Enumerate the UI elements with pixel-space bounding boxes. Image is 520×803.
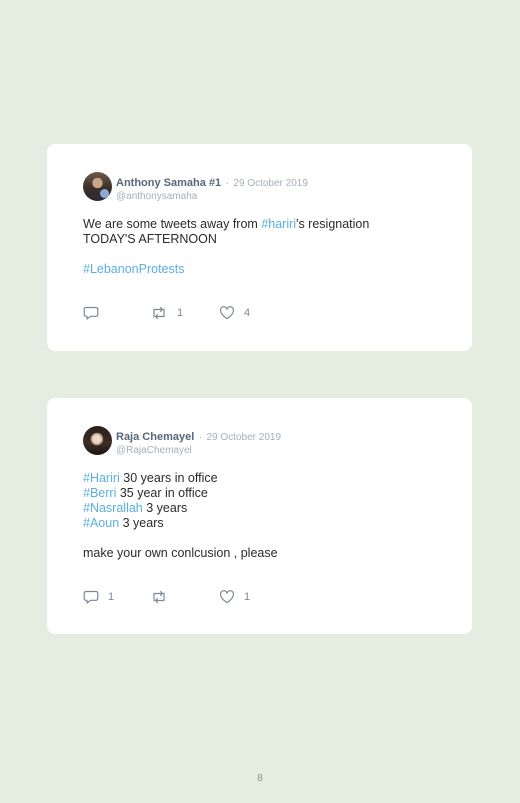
like-count: 4 xyxy=(244,307,251,319)
retweet-button[interactable]: 1 xyxy=(150,306,183,320)
author-name[interactable]: Raja Chemayel xyxy=(116,431,194,443)
reply-icon xyxy=(83,306,99,320)
author-name[interactable]: Anthony Samaha #1 xyxy=(116,177,221,189)
reply-count: 1 xyxy=(108,591,115,603)
tweet-text-segment: make your own conlcusion , please xyxy=(83,546,278,560)
retweet-icon xyxy=(153,590,165,604)
tweet-text: #Hariri 30 years in office #Berri 35 year… xyxy=(83,471,436,561)
heart-icon xyxy=(219,590,235,604)
tweet-line: TODAY'S AFTERNOON xyxy=(83,232,436,247)
avatar[interactable] xyxy=(83,426,112,455)
tweet-card: Raja Chemayel · 29 October 2019 @RajaChe… xyxy=(47,398,472,634)
tweet-line: #Nasrallah 3 years xyxy=(83,501,436,516)
heart-icon xyxy=(219,306,235,320)
author-info: Anthony Samaha #1 · 29 October 2019 @ant… xyxy=(116,172,308,203)
tweet-card: Anthony Samaha #1 · 29 October 2019 @ant… xyxy=(47,144,472,351)
like-count: 1 xyxy=(244,591,251,603)
tweet-line: #Aoun 3 years xyxy=(83,516,436,531)
tweet-line: #Hariri 30 years in office xyxy=(83,471,436,486)
like-button[interactable]: 4 xyxy=(219,306,250,320)
tweet-line xyxy=(83,247,436,262)
hashtag-link[interactable]: #LebanonProtests xyxy=(83,262,184,276)
reply-icon xyxy=(83,590,99,604)
avatar[interactable] xyxy=(83,172,112,201)
tweet-text-segment: 30 years in office xyxy=(119,471,218,485)
tweet-line: make your own conlcusion , please xyxy=(83,546,436,561)
tweet-text-segment: TODAY'S AFTERNOON xyxy=(83,232,217,246)
tweet-text-segment: 3 years xyxy=(142,501,188,515)
tweet-text-segment: We are some tweets away from xyxy=(83,217,262,231)
hashtag-link[interactable]: #Hariri xyxy=(83,471,120,485)
author-info: Raja Chemayel · 29 October 2019 @RajaChe… xyxy=(116,426,281,457)
tweet-header: Anthony Samaha #1 · 29 October 2019 @ant… xyxy=(83,172,436,202)
tweet-text: We are some tweets away from #hariri's r… xyxy=(83,217,436,277)
tweet-header: Raja Chemayel · 29 October 2019 @RajaChe… xyxy=(83,426,436,456)
tweet-date[interactable]: 29 October 2019 xyxy=(233,178,308,189)
reply-button[interactable] xyxy=(83,306,108,320)
tweet-text-segment: 's resignation xyxy=(296,217,370,231)
hashtag-link[interactable]: #hariri xyxy=(261,217,296,231)
author-handle[interactable]: @anthonysamaha xyxy=(116,190,308,203)
tweet-line: #LebanonProtests xyxy=(83,262,436,277)
separator-dot: · xyxy=(225,178,229,189)
tweet-text-segment: 35 year in office xyxy=(116,486,208,500)
reply-button[interactable]: 1 xyxy=(83,590,114,604)
separator-dot: · xyxy=(198,432,203,443)
tweet-line xyxy=(83,531,436,546)
tweet-date[interactable]: 29 October 2019 xyxy=(207,432,282,443)
like-button[interactable]: 1 xyxy=(219,590,250,604)
hashtag-link[interactable]: #Aoun xyxy=(83,516,119,530)
tweet-line: #Berri 35 year in office xyxy=(83,486,436,501)
retweet-button[interactable] xyxy=(150,590,177,604)
page-number: 8 xyxy=(257,773,263,784)
tweet-line: We are some tweets away from #hariri's r… xyxy=(83,217,436,232)
hashtag-link[interactable]: #Nasrallah xyxy=(83,501,143,515)
author-handle[interactable]: @RajaChemayel xyxy=(116,444,281,457)
hashtag-link[interactable]: #Berri xyxy=(83,486,116,500)
tweet-text-segment: 3 years xyxy=(119,516,164,530)
retweet-icon xyxy=(153,306,165,320)
retweet-count: 1 xyxy=(177,307,184,319)
